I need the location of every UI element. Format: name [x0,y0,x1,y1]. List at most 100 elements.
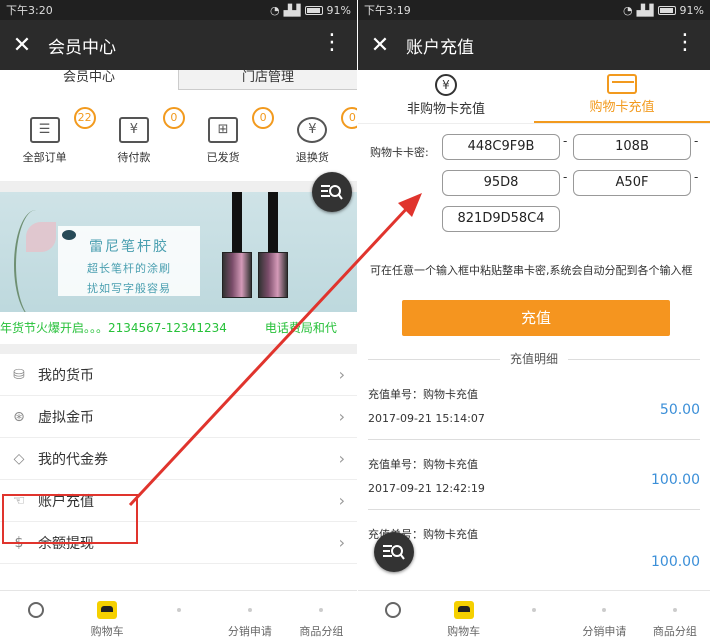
menu-virtual-coins[interactable]: ⊛ 虚拟金币 › [0,396,357,438]
tab-label: 商品分组 [299,625,344,638]
bird-decoration [62,230,76,240]
tab-rewards[interactable] [358,591,428,642]
tab-blank[interactable] [499,591,569,642]
battery-icon [304,5,323,15]
record-title: 充值单号：购物卡充值 [368,388,478,401]
chevron-right-icon: › [338,365,345,384]
card-code-form: 购物卡卡密: 448C9F9B - 108B - 95D8 - A50F - 8… [358,124,710,268]
battery-level: 91% [679,3,704,17]
card-code-field-2[interactable]: 108B [573,134,691,160]
chevron-right-icon: › [338,407,345,426]
order-all[interactable]: ☰ 22 全部订单 [9,106,96,165]
coins-icon: ⛁ [13,366,25,383]
menu-label: 虚拟金币 [38,409,94,426]
dot-icon [247,608,252,612]
tab-member-center[interactable]: 会员中心 [0,70,178,90]
banner-title: 雷尼笔杆胶 [89,239,169,255]
battery-level: 91% [326,3,351,17]
status-icons: ◔ ▟▟ 91% [270,4,351,17]
page-title: 账户充值 [406,37,474,58]
order-count-badge: 0 [162,106,185,129]
card-code-field-4[interactable]: A50F [573,170,691,196]
order-shipped[interactable]: ⊞ 0 已发货 [187,106,275,165]
tab-non-card-recharge[interactable]: ¥ 非购物卡充值 [358,70,534,123]
banner-text-card: 雷尼笔杆胶 超长笔杆的涂刷 扰如写字般容易 [58,226,200,296]
tab-card-recharge[interactable]: 购物卡充值 [534,70,710,123]
close-icon[interactable]: ✕ [358,33,402,58]
status-bar: 下午3:19 ◔ ▟▟ 91% [358,0,710,20]
recharge-record[interactable]: 充值单号：购物卡充值 100.00 [368,510,700,580]
order-label: 全部订单 [22,150,67,164]
menu-label: 我的货币 [38,367,94,384]
title-bar: ✕ 会员中心 ⋮ [0,20,357,70]
search-list-button[interactable] [312,172,352,212]
status-time: 下午3:20 [6,4,53,17]
order-shortcuts: ☰ 22 全部订单 ¥0 待付款 ⊞ 0 已发货 ¥0 退换货 [0,90,357,182]
record-amount: 100.00 [651,554,700,570]
search-list-icon [383,545,405,560]
tab-product-groups[interactable]: 商品分组 [640,591,710,642]
search-list-button[interactable] [374,532,414,572]
yen-wallet-icon: ¥0 [118,106,185,143]
dot-icon [532,608,537,612]
tab-store-management[interactable]: 门店管理 [178,70,357,90]
menu-my-currency[interactable]: ⛁ 我的货币 › [0,354,357,396]
flower-decoration [26,222,56,252]
recharge-button[interactable]: 充值 [402,300,670,336]
card-code-field-3[interactable]: 95D8 [442,170,560,196]
close-icon[interactable]: ✕ [0,33,44,58]
tab-distribution-apply[interactable]: 分销申请 [214,591,285,642]
more-icon[interactable]: ⋮ [674,32,696,54]
tab-label: 分销申请 [582,625,627,638]
announcement-ticker[interactable]: 年货节火爆开启。。。2134567-12341234 电话费局和代 [0,312,357,344]
menu-vouchers[interactable]: ◇ 我的代金券 › [0,438,357,480]
page-title: 会员中心 [48,37,116,58]
card-code-field-5[interactable]: 821D9D58C4 [442,206,560,232]
status-bar: 下午3:20 ◔ ▟▟ 91% [0,0,357,20]
more-icon[interactable]: ⋮ [321,32,343,54]
separator: - [563,170,568,184]
highlight-box [2,494,138,544]
tab-blank[interactable] [143,591,214,642]
signal-icon: ▟▟ [636,3,654,17]
member-tabs: 会员中心 门店管理 [0,70,357,90]
yen-coin-icon: ¥ [435,74,457,96]
product-bottle-image [258,192,288,312]
chevron-right-icon: › [338,533,345,552]
recharge-tabs: ¥ 非购物卡充值 购物卡充值 [358,70,710,124]
menu-label: 我的代金券 [38,451,108,468]
signal-icon: ▟▟ [283,3,301,17]
tab-rewards[interactable] [0,591,71,642]
banner-line-2: 扰如写字般容易 [87,282,171,295]
order-returns[interactable]: ¥0 退换货 [276,106,357,165]
record-amount: 50.00 [659,402,700,418]
tab-label: 购物车 [447,625,481,638]
banner-line-1: 超长笔杆的涂刷 [87,262,171,275]
recharge-record[interactable]: 充值单号：购物卡充值 2017-09-21 15:14:07 50.00 [368,370,700,440]
tab-product-groups[interactable]: 商品分组 [286,591,357,642]
receipt-icon: ☰ 22 [29,106,96,143]
title-bar: ✕ 账户充值 ⋮ [358,20,710,70]
cart-mascot-icon [97,601,118,619]
tab-cart[interactable]: 购物车 [71,591,142,642]
promo-banner[interactable]: 雷尼笔杆胶 超长笔杆的涂刷 扰如写字般容易 年货节火爆开启。。。2134567-… [0,192,357,344]
card-code-field-1[interactable]: 448C9F9B [442,134,560,160]
ticker-text: 电话费局和代 [264,321,337,335]
wifi-icon: ◔ [270,3,280,17]
battery-icon [657,5,676,15]
section-gap [0,182,357,192]
order-unpaid[interactable]: ¥0 待付款 [98,106,185,165]
tab-distribution-apply[interactable]: 分销申请 [569,591,639,642]
separator: - [563,134,568,148]
recharge-record[interactable]: 充值单号：购物卡充值 2017-09-21 12:42:19 100.00 [368,440,700,510]
tab-cart[interactable]: 购物车 [428,591,498,642]
tab-label: 购物卡充值 [589,100,655,115]
chevron-right-icon: › [338,449,345,468]
member-center-screen: 下午3:20 ◔ ▟▟ 91% ✕ 会员中心 ⋮ 会员中心 门店管理 ☰ 22 全… [0,0,357,642]
tab-label: 分销申请 [227,625,272,638]
tab-label: 购物车 [90,625,124,638]
tag-icon: ◇ [13,450,25,467]
order-label: 已发货 [206,150,240,164]
order-count-badge: 0 [252,106,275,129]
dot-icon [672,608,677,612]
